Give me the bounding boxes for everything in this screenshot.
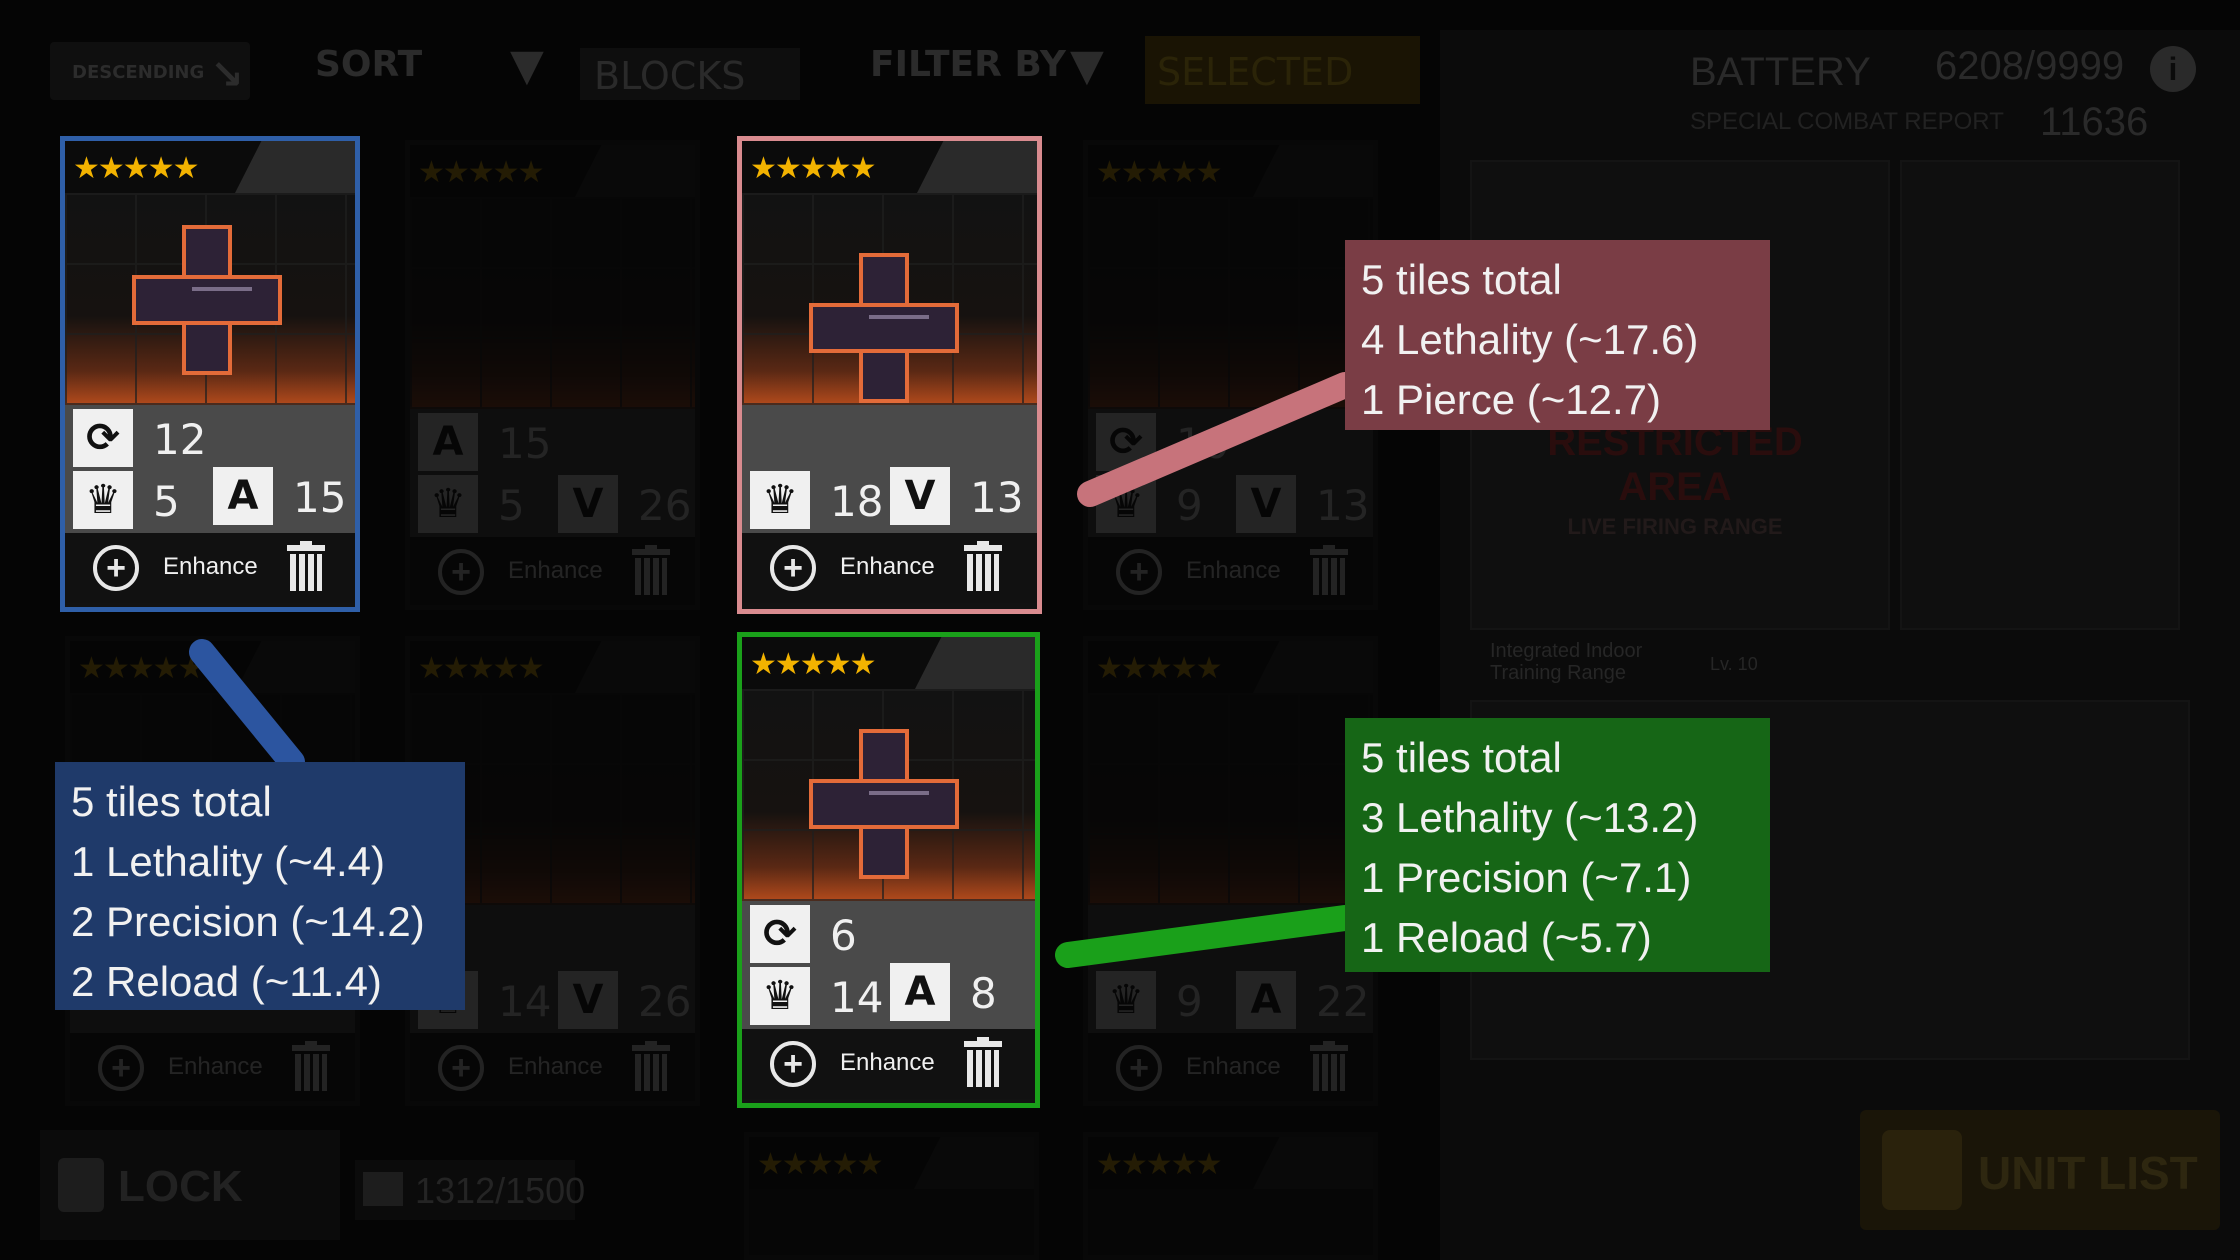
star-rating: ★★★★★ xyxy=(73,152,199,185)
star-rating: ★★★★★ xyxy=(750,648,876,681)
callout-connectors xyxy=(189,372,1358,968)
pink-connector-line xyxy=(1077,372,1358,507)
blue-connector-line xyxy=(189,639,305,775)
callout-line: 1 Reload (~5.7) xyxy=(1361,914,1652,961)
callout-green: 5 tiles total 3 Lethality (~13.2) 1 Prec… xyxy=(1345,718,1770,972)
star-rating: ★★★★★ xyxy=(750,152,876,185)
callout-line: 4 Lethality (~17.6) xyxy=(1361,316,1699,363)
callout-line: 5 tiles total xyxy=(1361,256,1562,303)
callout-line: 5 tiles total xyxy=(71,778,272,825)
callout-line: 1 Pierce (~12.7) xyxy=(1361,376,1661,423)
callout-pink: 5 tiles total 4 Lethality (~17.6) 1 Pier… xyxy=(1345,240,1770,430)
callout-line: 1 Lethality (~4.4) xyxy=(71,838,386,885)
callout-line: 2 Reload (~11.4) xyxy=(71,958,382,1005)
callout-blue: 5 tiles total 1 Lethality (~4.4) 2 Preci… xyxy=(55,762,465,1010)
callout-line: 2 Precision (~14.2) xyxy=(71,898,425,945)
green-connector-line xyxy=(1055,905,1358,968)
callout-line: 3 Lethality (~13.2) xyxy=(1361,794,1699,841)
callout-line: 5 tiles total xyxy=(1361,734,1562,781)
callout-line: 1 Precision (~7.1) xyxy=(1361,854,1692,901)
